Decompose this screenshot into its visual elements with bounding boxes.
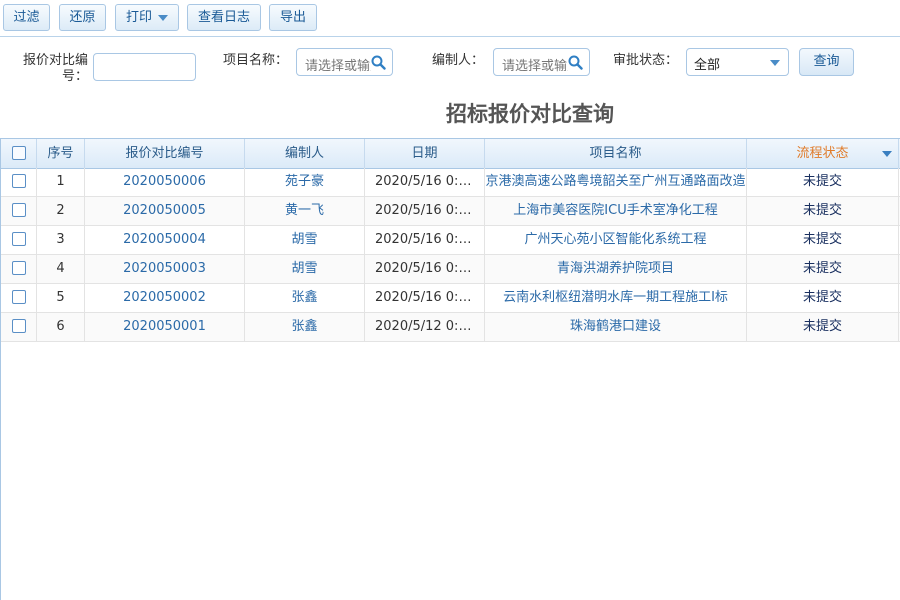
query-button[interactable]: 查询 bbox=[799, 48, 854, 76]
cell-code[interactable]: 2020050005 bbox=[85, 197, 245, 225]
cell-date: 2020/5/16 0:00:00 bbox=[365, 255, 485, 283]
filter-button[interactable]: 过滤 bbox=[3, 4, 50, 31]
print-label: 打印 bbox=[125, 10, 152, 25]
cell-status: 未提交 bbox=[747, 284, 899, 312]
status-select-value: 全部 bbox=[694, 58, 721, 73]
export-button[interactable]: 导出 bbox=[269, 4, 317, 31]
chevron-down-icon bbox=[158, 14, 168, 21]
cell-code[interactable]: 2020050004 bbox=[85, 226, 245, 254]
header-date[interactable]: 日期 bbox=[365, 139, 485, 168]
cell-project[interactable]: 珠海鹤港口建设 bbox=[485, 313, 747, 341]
cell-seq: 3 bbox=[37, 226, 85, 254]
cell-creator[interactable]: 胡雪 bbox=[245, 226, 365, 254]
row-select-cell bbox=[1, 313, 37, 341]
creator-placeholder: 请选择或输入 bbox=[502, 59, 568, 74]
cell-project[interactable]: 青海洪湖养护院项目 bbox=[485, 255, 747, 283]
row-checkbox[interactable] bbox=[11, 202, 26, 217]
project-input[interactable]: 请选择或输入 bbox=[296, 48, 393, 76]
cell-seq: 6 bbox=[37, 313, 85, 341]
status-select[interactable]: 全部 bbox=[686, 48, 789, 76]
code-label-line1: 报价对比编 bbox=[22, 53, 88, 68]
cell-project[interactable]: 京港澳高速公路粤境韶关至广州互通路面改造 bbox=[485, 168, 747, 196]
code-input[interactable] bbox=[93, 53, 196, 81]
cell-date: 2020/5/16 0:00:00 bbox=[365, 197, 485, 225]
cell-date: 2020/5/16 0:00:00 bbox=[365, 284, 485, 312]
cell-date: 2020/5/16 0:00:00 bbox=[365, 168, 485, 196]
table-row[interactable]: 3 2020050004 胡雪 2020/5/16 0:00:00 广州天心苑小区智能化… bbox=[1, 226, 900, 255]
page-title: 招标报价对比查询 bbox=[446, 102, 614, 126]
code-label: 报价对比编 号： bbox=[14, 53, 88, 85]
cell-creator[interactable]: 胡雪 bbox=[245, 255, 365, 283]
status-label: 审批状态： bbox=[612, 53, 678, 68]
cell-code[interactable]: 2020050006 bbox=[85, 168, 245, 196]
row-select-cell bbox=[1, 284, 37, 312]
cell-status: 未提交 bbox=[747, 313, 899, 341]
cell-project[interactable]: 云南水利枢纽潜明水库一期工程施工I标 bbox=[485, 284, 747, 312]
search-form: 报价对比编 号： 项目名称： 请选择或输入 编制人： 请选择或输入 审批状态： … bbox=[0, 38, 900, 90]
cell-date: 2020/5/12 0:00:00 bbox=[365, 313, 485, 341]
cell-creator[interactable]: 张鑫 bbox=[245, 284, 365, 312]
cell-creator[interactable]: 张鑫 bbox=[245, 313, 365, 341]
view-log-button[interactable]: 查看日志 bbox=[187, 4, 261, 31]
column-menu-icon[interactable] bbox=[882, 151, 892, 157]
toolbar: 过滤 还原 打印 查看日志 导出 bbox=[0, 0, 900, 37]
row-checkbox[interactable] bbox=[11, 231, 26, 246]
print-button[interactable]: 打印 bbox=[115, 4, 179, 31]
code-label-line2: 号： bbox=[61, 69, 88, 84]
restore-button[interactable]: 还原 bbox=[59, 4, 106, 31]
project-placeholder: 请选择或输入 bbox=[305, 59, 371, 74]
header-status-label: 流程状态 bbox=[796, 146, 849, 161]
row-checkbox[interactable] bbox=[11, 289, 26, 304]
row-select-cell bbox=[1, 197, 37, 225]
header-seq[interactable]: 序号 bbox=[37, 139, 85, 168]
row-checkbox[interactable] bbox=[11, 173, 26, 188]
header-creator[interactable]: 编制人 bbox=[245, 139, 365, 168]
chevron-down-icon bbox=[770, 60, 780, 66]
cell-status: 未提交 bbox=[747, 197, 899, 225]
data-grid: 序号 报价对比编号 编制人 日期 项目名称 流程状态 1 2020050006 苑子… bbox=[0, 138, 900, 600]
search-icon[interactable] bbox=[568, 55, 583, 70]
cell-code[interactable]: 2020050003 bbox=[85, 255, 245, 283]
header-project[interactable]: 项目名称 bbox=[485, 139, 747, 168]
grid-header: 序号 报价对比编号 编制人 日期 项目名称 流程状态 bbox=[1, 139, 900, 169]
header-status[interactable]: 流程状态 bbox=[747, 139, 899, 168]
cell-status: 未提交 bbox=[747, 168, 899, 196]
cell-creator[interactable]: 黄一飞 bbox=[245, 197, 365, 225]
table-row[interactable]: 2 2020050005 黄一飞 2020/5/16 0:00:00 上海市美容医院IC… bbox=[1, 197, 900, 226]
table-row[interactable]: 4 2020050003 胡雪 2020/5/16 0:00:00 青海洪湖养护院项目未… bbox=[1, 255, 900, 284]
cell-code[interactable]: 2020050002 bbox=[85, 284, 245, 312]
row-checkbox[interactable] bbox=[11, 318, 26, 333]
header-code[interactable]: 报价对比编号 bbox=[85, 139, 245, 168]
cell-status: 未提交 bbox=[747, 255, 899, 283]
cell-seq: 2 bbox=[37, 197, 85, 225]
row-checkbox[interactable] bbox=[11, 260, 26, 275]
search-icon[interactable] bbox=[371, 55, 386, 70]
cell-date: 2020/5/16 0:00:00 bbox=[365, 226, 485, 254]
cell-seq: 1 bbox=[37, 168, 85, 196]
select-all-cell bbox=[1, 139, 37, 168]
row-select-cell bbox=[1, 226, 37, 254]
cell-seq: 5 bbox=[37, 284, 85, 312]
creator-label: 编制人： bbox=[432, 53, 485, 68]
select-all-checkbox[interactable] bbox=[11, 145, 26, 160]
table-row[interactable]: 1 2020050006 苑子豪 2020/5/16 0:00:00 京港澳高速公路粤境… bbox=[1, 168, 900, 197]
cell-creator[interactable]: 苑子豪 bbox=[245, 168, 365, 196]
cell-status: 未提交 bbox=[747, 226, 899, 254]
cell-project[interactable]: 上海市美容医院ICU手术室净化工程 bbox=[485, 197, 747, 225]
project-label: 项目名称： bbox=[222, 53, 288, 68]
table-row[interactable]: 5 2020050002 张鑫 2020/5/16 0:00:00 云南水利枢纽潜明水库… bbox=[1, 284, 900, 313]
cell-project[interactable]: 广州天心苑小区智能化系统工程 bbox=[485, 226, 747, 254]
creator-input[interactable]: 请选择或输入 bbox=[493, 48, 590, 76]
cell-code[interactable]: 2020050001 bbox=[85, 313, 245, 341]
cell-seq: 4 bbox=[37, 255, 85, 283]
table-row[interactable]: 6 2020050001 张鑫 2020/5/12 0:00:00 珠海鹤港口建设 未提交 bbox=[1, 313, 900, 342]
row-select-cell bbox=[1, 255, 37, 283]
row-select-cell bbox=[1, 168, 37, 196]
